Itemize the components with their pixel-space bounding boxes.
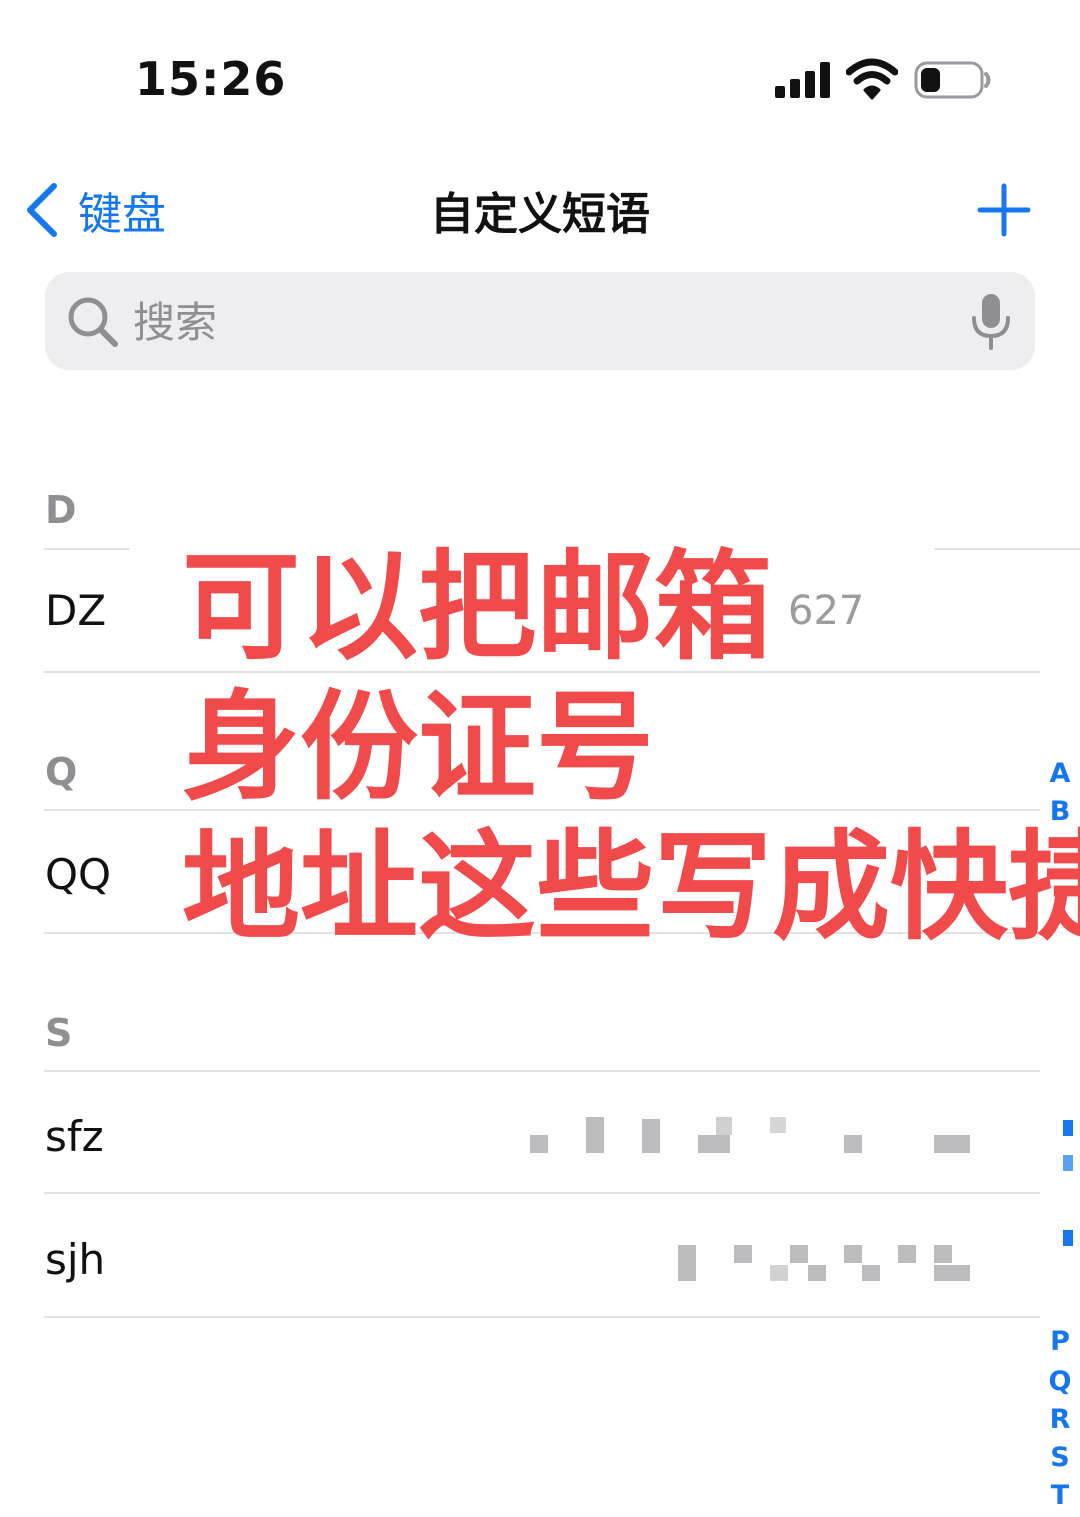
add-icon[interactable]	[976, 182, 1032, 238]
divider	[44, 1192, 1040, 1194]
overlay-caption-line-3: 地址这些写成快捷	[182, 818, 1080, 956]
shortcut-label[interactable]: QQ	[45, 850, 111, 899]
search-icon	[68, 297, 118, 347]
shortcut-label[interactable]: sjh	[45, 1235, 105, 1284]
section-header-d: D	[45, 488, 77, 532]
overlay-caption-line-1: 可以把邮箱	[182, 538, 773, 676]
divider	[44, 1070, 1040, 1072]
index-letter-q[interactable]: Q	[1047, 1366, 1073, 1397]
index-dot[interactable]	[1063, 1230, 1073, 1246]
section-header-q: Q	[45, 750, 78, 794]
index-letter-a[interactable]: A	[1047, 758, 1073, 789]
phrase-preview-redacted	[678, 1245, 970, 1283]
battery-icon	[914, 61, 991, 99]
phrase-preview-redacted	[530, 1115, 970, 1155]
search-input[interactable]	[131, 290, 935, 354]
cellular-signal-icon	[775, 62, 830, 98]
index-letter-s[interactable]: S	[1047, 1442, 1073, 1473]
index-letter-p[interactable]: P	[1047, 1326, 1073, 1357]
page-title: 自定义短语	[430, 189, 650, 240]
divider	[934, 548, 1080, 550]
phrase-preview: 627	[788, 588, 865, 634]
index-letter-t[interactable]: T	[1047, 1480, 1073, 1511]
wifi-icon	[846, 58, 898, 100]
index-dot[interactable]	[1063, 1155, 1073, 1171]
divider	[44, 1316, 1040, 1318]
shortcut-label[interactable]: sfz	[45, 1112, 104, 1161]
overlay-caption-line-2: 身份证号	[182, 678, 655, 816]
section-header-s: S	[45, 1011, 73, 1055]
index-letter-b[interactable]: B	[1047, 796, 1073, 827]
microphone-icon[interactable]	[969, 292, 1013, 352]
index-dot[interactable]	[1063, 1120, 1073, 1136]
index-letter-r[interactable]: R	[1047, 1404, 1073, 1435]
status-time: 15:26	[135, 52, 287, 106]
search-bar[interactable]	[45, 272, 1035, 370]
shortcut-label[interactable]: DZ	[45, 586, 106, 635]
divider	[44, 548, 130, 550]
